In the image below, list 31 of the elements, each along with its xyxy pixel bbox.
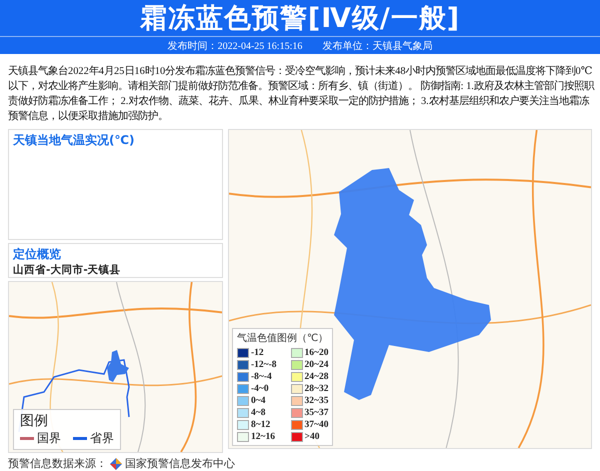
county-area-shape — [107, 350, 129, 382]
legend-item: 8~12 — [237, 419, 277, 431]
legend-title: 图例 — [20, 412, 49, 430]
legend-item: -12 — [237, 347, 277, 359]
legend-item: 24~28 — [290, 371, 328, 383]
diamond-logo-icon — [110, 458, 122, 470]
legend-item: 省界 — [73, 430, 114, 447]
location-path: 山西省-大同市-天镇县 — [13, 263, 122, 277]
legend-item: 20~24 — [290, 359, 328, 371]
legend-item: -8~-4 — [237, 371, 277, 383]
publish-time: 发布时间：2022-04-25 16:15:16 — [168, 40, 302, 52]
legend-item: 0~4 — [237, 395, 277, 407]
legend-item: 37~40 — [290, 419, 328, 431]
panel-title: 定位概览 — [13, 246, 62, 263]
legend-item: 32~35 — [290, 395, 328, 407]
legend-title: 气温色值图例（℃） — [237, 332, 328, 345]
source-name: 国家预警信息发布中心 — [125, 456, 235, 471]
legend-item: >40 — [290, 431, 328, 443]
legend-item: 国界 — [20, 430, 61, 447]
legend-item: 28~32 — [290, 383, 328, 395]
panel-title: 天镇当地气温实况(℃) — [13, 132, 136, 149]
warning-title: 霜冻蓝色预警[Ⅳ级/一般] — [140, 2, 460, 36]
legend-item: 4~8 — [237, 407, 277, 419]
legend-item: 35~37 — [290, 407, 328, 419]
publish-unit: 发布单位：天镇县气象局 — [322, 40, 432, 52]
legend-item: -4~0 — [237, 383, 277, 395]
legend-item: -12~-8 — [237, 359, 277, 371]
legend-item: 12~16 — [237, 431, 277, 443]
warning-description: 天镇县气象台2022年4月25日16时10分发布霜冻蓝色预警信号：受冷空气影响，预计未来48小时内预警区域地面最低温度将下降到0℃以下，对农业将产生影响。请相关部门提前做好防范准备。预警区域：所有乡、镇（街道）。 防御指南: 1.政府及农林主管部门按照职责做好防霜冻准备工作； 2.对农作物、蔬菜、花卉、瓜果、林业育种要采取一定的防护措施； 3.农村基层组织和农户要关注当地霜冻预警信息，以便采取措施加强防护。 — [8, 64, 594, 124]
source-label: 预警信息数据来源： — [8, 456, 107, 471]
legend-item: 16~20 — [290, 347, 328, 359]
